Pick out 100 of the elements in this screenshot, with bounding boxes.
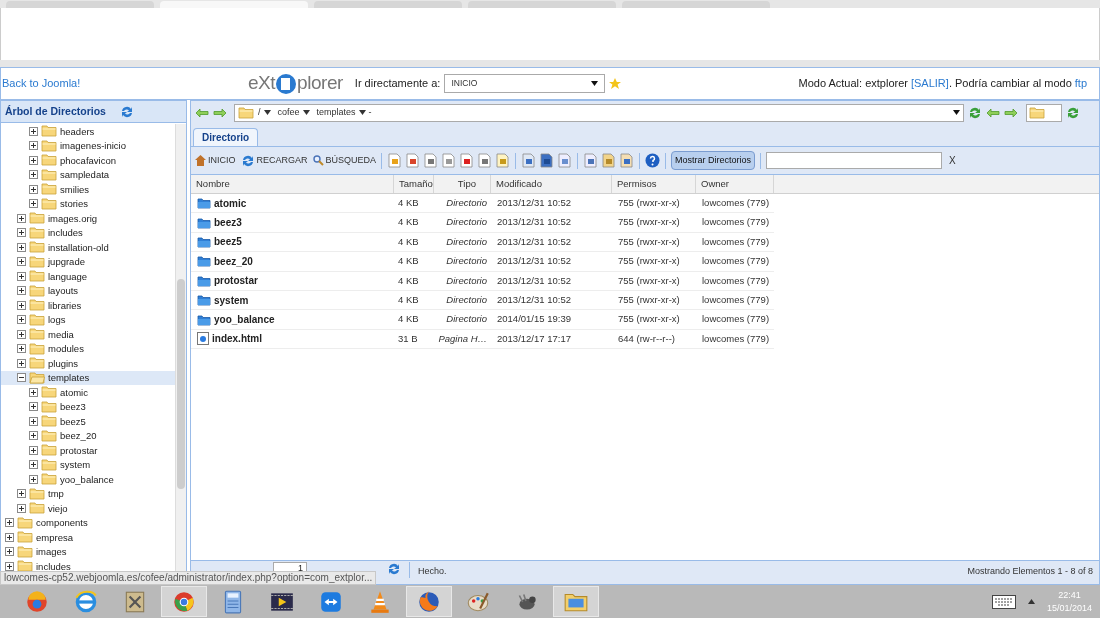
tree-item[interactable]: protostar	[1, 443, 175, 458]
move-icon[interactable]	[477, 153, 493, 168]
name-cell[interactable]: beez5	[191, 234, 394, 250]
expand-icon[interactable]	[17, 344, 26, 354]
expand-icon[interactable]	[29, 460, 38, 470]
caret-icon[interactable]	[358, 110, 366, 115]
name-cell[interactable]: yoo_balance	[191, 312, 394, 328]
column-header[interactable]: Permisos	[612, 175, 696, 193]
expand-icon[interactable]	[29, 155, 38, 165]
expand-icon[interactable]	[17, 242, 26, 252]
expand-icon[interactable]	[29, 445, 38, 455]
refresh-icon[interactable]	[968, 105, 982, 120]
tree-item[interactable]: logs	[1, 312, 175, 327]
ftp-link[interactable]: ftp	[1074, 75, 1087, 92]
scrollbar-thumb[interactable]	[177, 279, 185, 489]
package-icon[interactable]	[601, 153, 617, 168]
name-cell[interactable]: protostar	[191, 273, 394, 289]
expand-icon[interactable]	[17, 271, 26, 281]
expand-icon[interactable]	[5, 561, 14, 571]
column-header[interactable]: Tipo	[434, 175, 491, 193]
goto-select[interactable]: INICIO	[444, 74, 606, 93]
search-button[interactable]: BÚSQUEDA	[312, 153, 377, 168]
copy-icon[interactable]	[423, 153, 439, 168]
tree-item[interactable]: smilies	[1, 182, 175, 197]
name-cell[interactable]: system	[191, 292, 394, 308]
refresh-icon[interactable]	[387, 562, 401, 576]
clear-search-button[interactable]: X	[949, 153, 956, 168]
path-combo[interactable]: / cofee templates -	[234, 103, 964, 122]
expand-icon[interactable]	[17, 329, 26, 339]
expand-icon[interactable]	[29, 141, 38, 151]
taskbar-button[interactable]	[161, 586, 207, 617]
expand-icon[interactable]	[17, 358, 26, 368]
tree-item[interactable]: beez_20	[1, 428, 175, 443]
keyboard-icon[interactable]	[991, 594, 1016, 609]
tree-item[interactable]: tmp	[1, 486, 175, 501]
tree-item[interactable]: system	[1, 457, 175, 472]
window-icon[interactable]	[539, 153, 555, 168]
expand-icon[interactable]	[17, 489, 26, 499]
tree-item[interactable]: media	[1, 327, 175, 342]
tree-item[interactable]: language	[1, 269, 175, 284]
expand-icon[interactable]	[17, 503, 26, 513]
expand-icon[interactable]	[17, 228, 26, 238]
caret-icon[interactable]	[263, 110, 271, 115]
expand-icon[interactable]	[17, 315, 26, 325]
grid-icon[interactable]	[521, 153, 537, 168]
tree-item[interactable]: beez3	[1, 399, 175, 414]
tree-item[interactable]: installation-old	[1, 240, 175, 255]
star-icon[interactable]	[609, 77, 622, 90]
expand-icon[interactable]	[29, 126, 38, 136]
path-segment[interactable]: cofee	[277, 105, 300, 120]
expand-icon[interactable]	[17, 257, 26, 267]
name-cell[interactable]: beez_20	[191, 253, 394, 269]
expand-icon[interactable]	[17, 213, 26, 223]
path-segment[interactable]: templates	[316, 105, 356, 120]
refresh-icon[interactable]	[119, 104, 134, 119]
path-segment[interactable]: /	[258, 105, 261, 120]
column-header[interactable]: Owner	[696, 175, 774, 193]
name-cell[interactable]: beez3	[191, 215, 394, 231]
expand-icon[interactable]	[29, 474, 38, 484]
expand-icon[interactable]	[17, 300, 26, 310]
upload-icon[interactable]	[583, 153, 599, 168]
tree-item[interactable]: sampledata	[1, 167, 175, 182]
tree-item[interactable]: includes	[1, 559, 175, 574]
tree-item[interactable]: headers	[1, 124, 175, 139]
tree-item[interactable]: atomic	[1, 385, 175, 400]
taskbar-button[interactable]	[406, 586, 452, 617]
tree-item[interactable]: stories	[1, 196, 175, 211]
logout-link[interactable]: [SALIR]	[910, 75, 949, 92]
column-header[interactable]: Modificado	[491, 175, 612, 193]
expand-icon[interactable]	[17, 286, 26, 296]
expand-icon[interactable]	[29, 431, 38, 441]
show-directories-button[interactable]: Mostrar Directorios	[671, 151, 756, 170]
refresh-icon[interactable]	[1066, 105, 1080, 120]
download-icon[interactable]	[557, 153, 573, 168]
expand-icon[interactable]	[29, 416, 38, 426]
expand-icon[interactable]	[29, 387, 38, 397]
expand-icon[interactable]	[5, 547, 14, 557]
name-cell[interactable]: atomic	[191, 195, 394, 211]
expand-icon[interactable]	[29, 184, 38, 194]
expand-icon[interactable]	[5, 532, 14, 542]
tree-item[interactable]: layouts	[1, 283, 175, 298]
back-link[interactable]: Back to Joomla!	[2, 75, 248, 92]
tree-item[interactable]: modules	[1, 341, 175, 356]
name-cell[interactable]: index.html	[191, 331, 394, 347]
caret-icon[interactable]	[302, 110, 310, 115]
tree-item[interactable]: includes	[1, 225, 175, 240]
search-field[interactable]	[766, 152, 943, 169]
archive-icon[interactable]	[619, 153, 635, 168]
tree-item[interactable]: images	[1, 544, 175, 559]
refresh-icon[interactable]	[240, 153, 255, 168]
tree-item[interactable]: phocafavicon	[1, 153, 175, 168]
tree-item[interactable]: imagenes-inicio	[1, 138, 175, 153]
delete-icon[interactable]	[459, 153, 475, 168]
tree-item[interactable]: viejo	[1, 501, 175, 516]
document-icon[interactable]	[441, 153, 457, 168]
home-button[interactable]: INICIO	[195, 153, 236, 168]
expand-icon[interactable]	[29, 170, 38, 180]
tree-item[interactable]: components	[1, 515, 175, 530]
tree-item[interactable]: beez5	[1, 414, 175, 429]
chevron-up-icon[interactable]	[1027, 599, 1035, 604]
